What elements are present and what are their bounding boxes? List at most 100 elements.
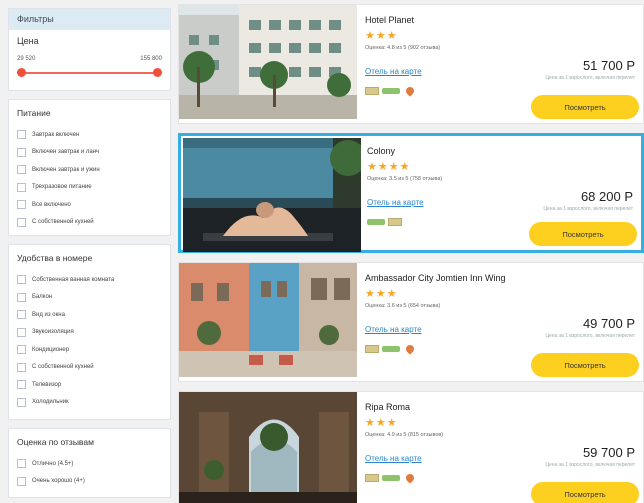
checkbox[interactable] (17, 380, 26, 390)
rating-option[interactable]: Отлично (4.5+) (17, 455, 162, 473)
amenity-option[interactable]: С собственной кухней (17, 359, 162, 377)
price-note: Цена за 1 взрослого, включая перелет (545, 462, 635, 468)
hotel-rating: Оценка: 3.6 из 5 (654 отзыва) (365, 303, 441, 309)
amenity-icons (365, 472, 416, 484)
view-button[interactable]: Посмотреть (531, 95, 639, 119)
amenities-filter-panel: Удобства в номере Собственная ванная ком… (8, 244, 171, 420)
filters-sidebar: Фильтры Цена 29 520 155 800 Питание Завт… (8, 8, 171, 503)
food-option[interactable]: Включен завтрак и ланч (17, 144, 162, 162)
checkbox[interactable] (17, 217, 26, 227)
amenity-option[interactable]: Вид из окна (17, 306, 162, 324)
checkbox[interactable] (17, 459, 26, 469)
hotel-stars: ★★★★ (367, 161, 411, 173)
hotel-price: 51 700 Р (582, 58, 635, 73)
hotel-name[interactable]: Ambassador City Jomtien Inn Wing (365, 273, 639, 285)
rating-filter-title: Оценка по отзывам (17, 437, 94, 447)
food-option[interactable]: Завтрак включен (17, 126, 162, 144)
food-option[interactable]: Включен завтрак и ужин (17, 161, 162, 179)
amenity-option[interactable]: Собственная ванная комната (17, 271, 162, 289)
hotel-map-link[interactable]: Отель на карте (365, 454, 422, 463)
hotel-name[interactable]: Hotel Planet (365, 15, 639, 27)
amenity-option[interactable]: Кондиционер (17, 341, 162, 359)
hotel-price: 49 700 Р (582, 316, 635, 331)
hotel-photo[interactable] (179, 392, 357, 503)
suitcase-icon (365, 87, 379, 95)
checkbox[interactable] (17, 345, 26, 355)
view-button[interactable]: Посмотреть (531, 353, 639, 377)
price-min-value: 29 520 (17, 56, 36, 62)
bed-icon (367, 219, 385, 225)
hotel-card: Ripa Roma ★★★ Оценка: 4.9 из 5 (815 отзы… (178, 391, 644, 503)
hotel-rating: Оценка: 4.9 из 5 (815 отзывов) (365, 432, 444, 438)
suitcase-icon (388, 218, 402, 226)
amenity-option[interactable]: Балкон (17, 289, 162, 307)
hotel-name[interactable]: Ripa Roma (365, 402, 639, 414)
filters-title: Фильтры (9, 9, 170, 30)
checkbox[interactable] (17, 362, 26, 372)
amenities-filter-title: Удобства в номере (17, 253, 93, 263)
hotel-stars: ★★★ (365, 30, 398, 42)
hotel-stars: ★★★ (365, 288, 398, 300)
checkbox[interactable] (17, 327, 26, 337)
hotel-card: Hotel Planet ★★★ Оценка: 4.8 из 5 (902 о… (178, 4, 644, 124)
price-note: Цена за 1 взрослого, включая перелет (545, 333, 635, 339)
view-button[interactable]: Посмотреть (531, 482, 639, 503)
bed-icon (382, 475, 400, 481)
amenity-icons (365, 343, 416, 355)
food-option[interactable]: Трехразовое питание (17, 179, 162, 197)
rating-option[interactable]: Очень хорошо (4+) (17, 473, 162, 491)
food-option[interactable]: С собственной кухней (17, 214, 162, 232)
bed-icon (382, 346, 400, 352)
checkbox[interactable] (17, 292, 26, 302)
price-range-slider[interactable] (17, 68, 162, 78)
price-note: Цена за 1 взрослого, включая перелет (543, 206, 633, 212)
food-filter-title: Питание (17, 108, 51, 118)
checkbox[interactable] (17, 147, 26, 157)
hotel-rating: Оценка: 4.8 из 5 (902 отзыва) (365, 45, 441, 51)
suitcase-icon (365, 474, 379, 482)
amenity-option[interactable]: Звукоизоляция (17, 324, 162, 342)
price-note: Цена за 1 взрослого, включая перелет (545, 75, 635, 81)
hotel-stars: ★★★ (365, 417, 398, 429)
checkbox[interactable] (17, 200, 26, 210)
view-button[interactable]: Посмотреть (529, 222, 637, 246)
price-filter-panel: Фильтры Цена 29 520 155 800 (8, 8, 171, 91)
hotel-map-link[interactable]: Отель на карте (365, 325, 422, 334)
rating-filter-panel: Оценка по отзывам Отлично (4.5+) Очень х… (8, 428, 171, 498)
amenity-icons (365, 85, 416, 97)
suitcase-icon (365, 345, 379, 353)
hotel-photo[interactable] (179, 263, 357, 377)
price-filter-title: Цена (17, 36, 39, 46)
location-pin-icon (404, 85, 416, 97)
food-option[interactable]: Все включено (17, 196, 162, 214)
hotel-card: Colony ★★★★ Оценка: 3.5 из 5 (758 отзыва… (178, 133, 644, 253)
slider-track (21, 72, 158, 74)
location-pin-icon (404, 343, 416, 355)
checkbox[interactable] (17, 275, 26, 285)
price-max-value: 155 800 (140, 56, 162, 62)
checkbox[interactable] (17, 476, 26, 486)
amenity-option[interactable]: Холодильник (17, 394, 162, 412)
location-pin-icon (404, 472, 416, 484)
checkbox[interactable] (17, 310, 26, 320)
hotel-photo[interactable] (183, 138, 361, 252)
slider-max-handle[interactable] (153, 68, 162, 77)
checkbox[interactable] (17, 397, 26, 407)
hotel-map-link[interactable]: Отель на карте (367, 198, 424, 207)
checkbox[interactable] (17, 182, 26, 192)
checkbox[interactable] (17, 130, 26, 140)
hotel-list: Hotel Planet ★★★ Оценка: 4.8 из 5 (902 о… (178, 4, 644, 503)
amenity-option[interactable]: Телевизор (17, 376, 162, 394)
hotel-price: 68 200 Р (580, 189, 633, 204)
hotel-map-link[interactable]: Отель на карте (365, 67, 422, 76)
hotel-photo[interactable] (179, 5, 357, 119)
amenity-icons (367, 218, 402, 226)
hotel-price: 59 700 Р (582, 445, 635, 460)
hotel-rating: Оценка: 3.5 из 5 (758 отзыва) (367, 176, 443, 182)
hotel-card: Ambassador City Jomtien Inn Wing ★★★ Оце… (178, 262, 644, 382)
bed-icon (382, 88, 400, 94)
food-filter-panel: Питание Завтрак включен Включен завтрак … (8, 99, 171, 236)
slider-min-handle[interactable] (17, 68, 26, 77)
hotel-name[interactable]: Colony (367, 146, 637, 158)
checkbox[interactable] (17, 165, 26, 175)
